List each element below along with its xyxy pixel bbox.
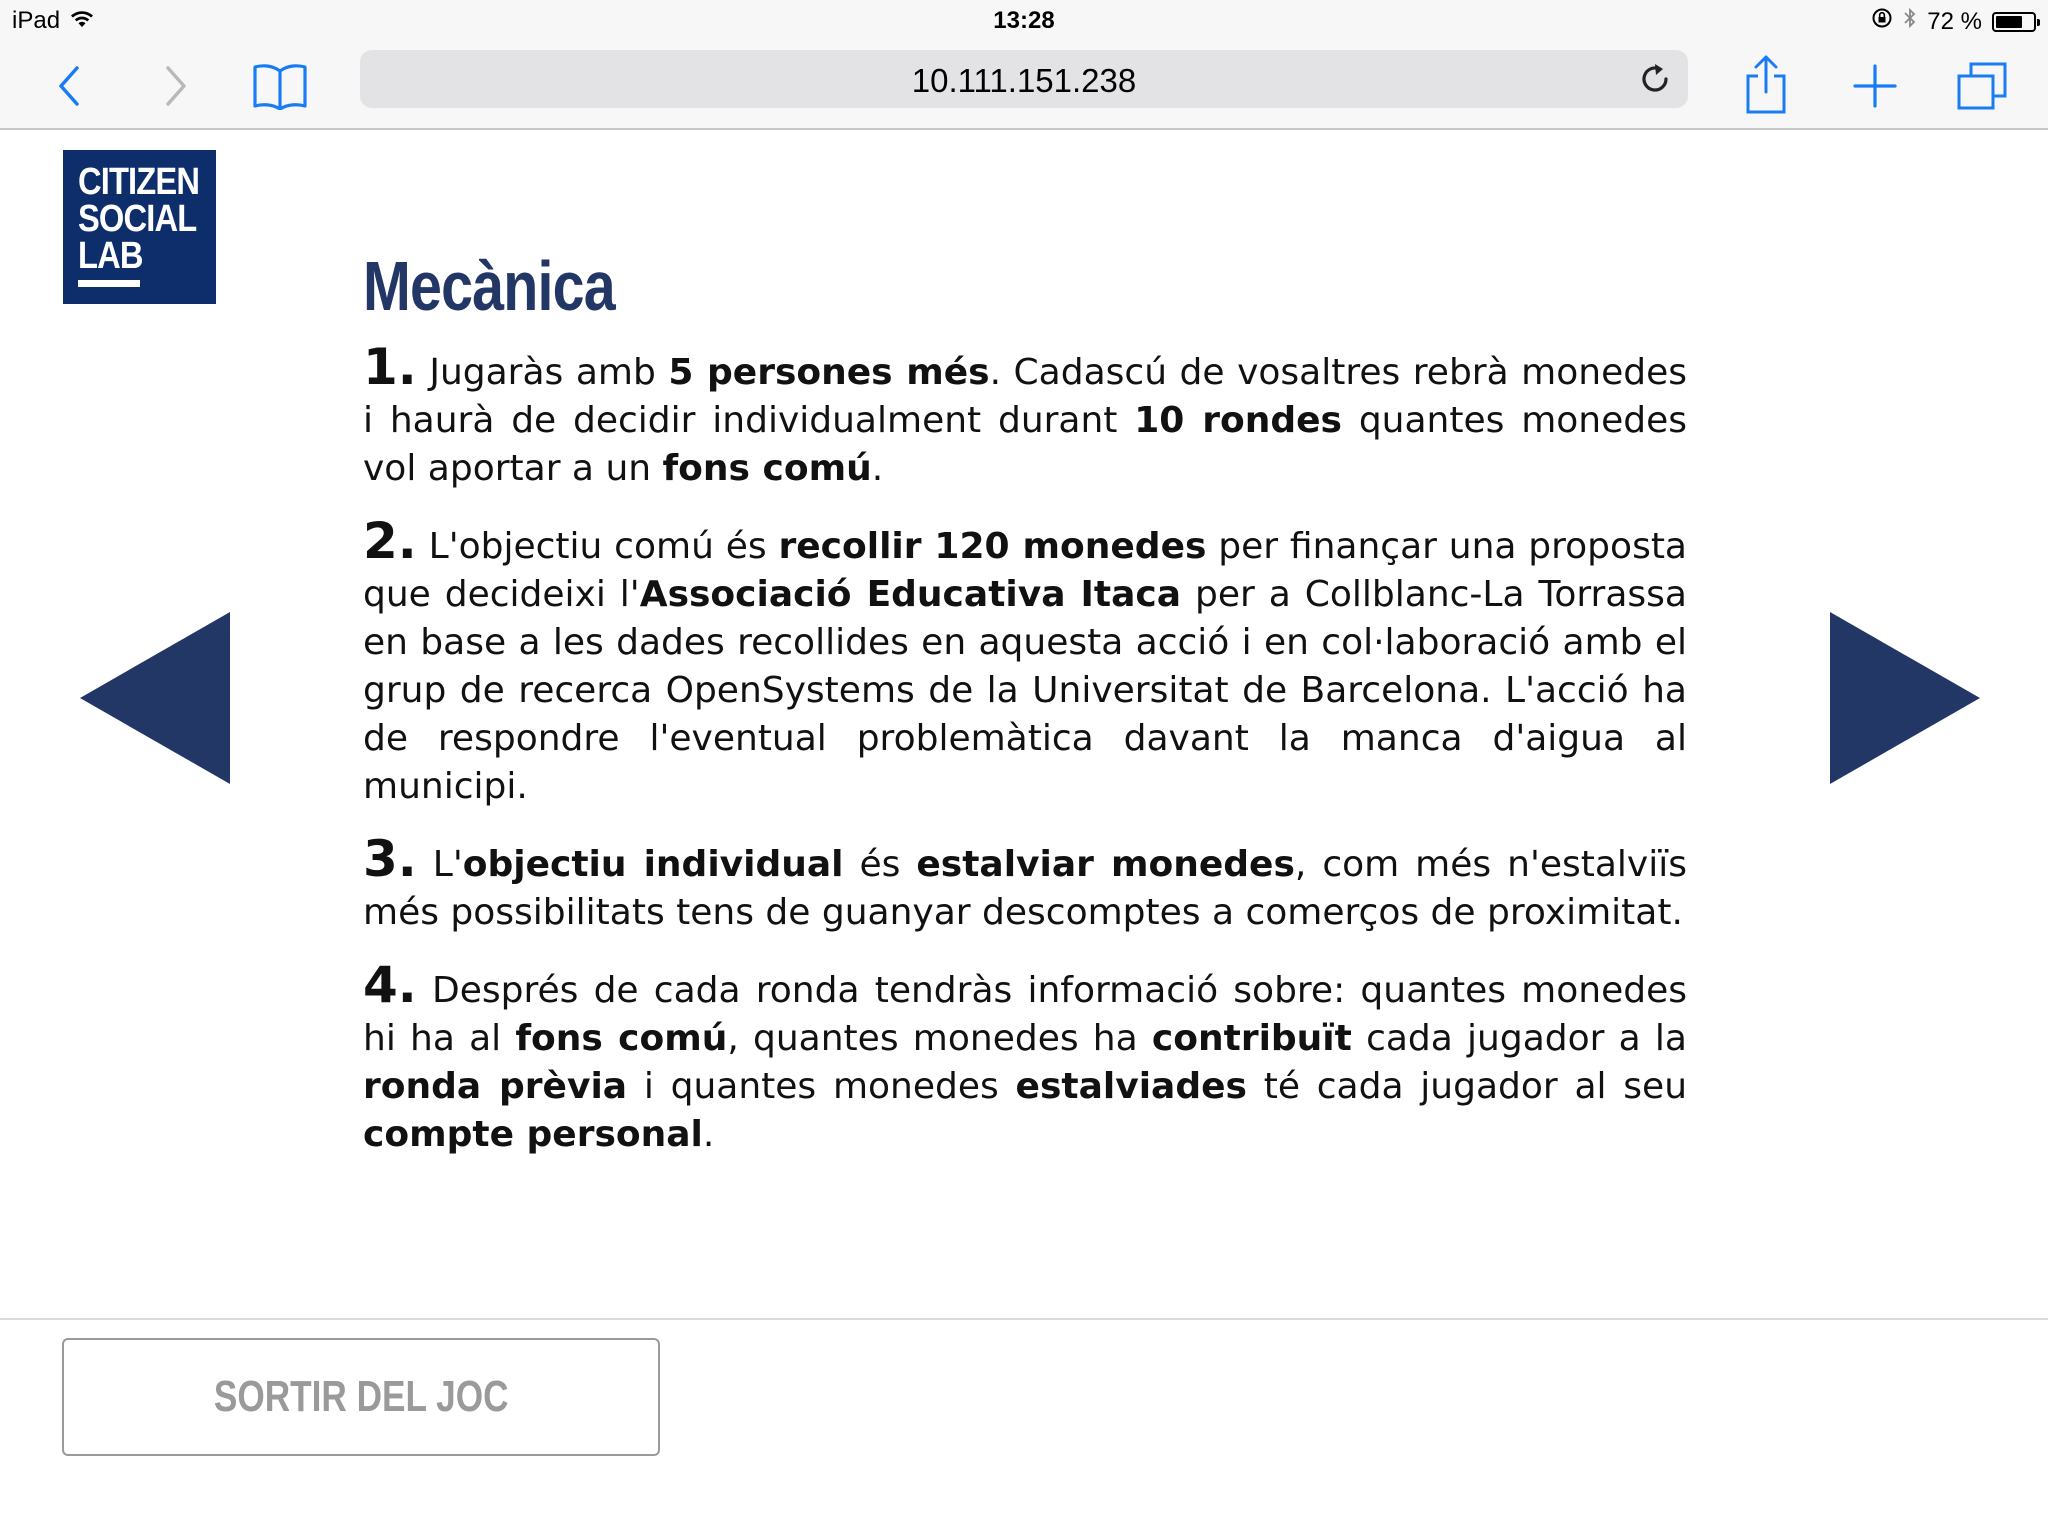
rule-number: 1.	[363, 338, 417, 396]
rule-number: 3.	[363, 830, 417, 888]
rule-text-bold: fons comú	[662, 448, 872, 489]
exit-game-button[interactable]: SORTIR DEL JOC	[62, 1338, 660, 1456]
browser-toolbar: 10.111.151.238	[0, 42, 2048, 130]
rule-text-run: L'objectiu comú és	[416, 526, 779, 567]
orientation-lock-icon	[1871, 7, 1893, 36]
rule-text: L'objectiu comú és recollir 120 monedes …	[363, 526, 1687, 807]
mechanics-text: 1. Jugaràs amb 5 persones més. Cadascú d…	[363, 342, 1687, 1183]
share-icon[interactable]	[1736, 48, 1796, 120]
status-time: 13:28	[993, 7, 1055, 34]
battery-fill	[1996, 15, 2022, 28]
logo-underline	[78, 280, 140, 287]
rule-number: 4.	[363, 956, 417, 1014]
citizen-social-lab-logo: CITIZEN SOCIAL LAB	[63, 150, 216, 304]
rule-text-bold: recollir 120 monedes	[778, 526, 1207, 567]
rule-number: 2.	[363, 512, 417, 570]
rule-text-run: .	[702, 1114, 715, 1155]
logo-line-1: CITIZEN	[78, 161, 200, 203]
rule-text-bold: ronda prèvia	[363, 1066, 628, 1107]
logo-line-3: LAB	[78, 235, 143, 277]
rule-text-bold: contribuït	[1151, 1018, 1352, 1059]
rule-text-bold: objectiu individual	[462, 844, 844, 885]
rule-text-run: té cada jugador al seu	[1246, 1066, 1688, 1107]
rule-item: 2. L'objectiu comú és recollir 120 moned…	[363, 516, 1687, 811]
add-tab-icon[interactable]	[1845, 56, 1905, 116]
rule-text-run: i quantes monedes	[627, 1066, 1016, 1107]
bookmarks-icon[interactable]	[250, 56, 310, 116]
tabs-icon[interactable]	[1952, 56, 2012, 116]
rule-text-run: L'	[416, 844, 463, 885]
reload-icon[interactable]	[1636, 60, 1674, 98]
page-title: Mecànica	[363, 247, 616, 325]
rule-text-bold: 10 rondes	[1134, 400, 1342, 441]
battery-icon	[1992, 11, 2040, 32]
address-bar[interactable]: 10.111.151.238	[360, 50, 1688, 108]
arrow-left-icon[interactable]	[80, 612, 230, 784]
rule-text-bold: fons comú	[515, 1018, 728, 1059]
rule-item: 3. L'objectiu individual és estalviar mo…	[363, 834, 1687, 937]
rule-text-bold: compte personal	[363, 1114, 703, 1155]
status-right: 72 %	[1871, 7, 2040, 36]
rule-item: 4. Després de cada ronda tendràs informa…	[363, 960, 1687, 1159]
rule-text: Jugaràs amb 5 persones més. Cadascú de v…	[363, 352, 1687, 489]
forward-icon[interactable]	[145, 56, 205, 116]
rule-text-bold: Associació Educativa Itaca	[639, 574, 1182, 615]
back-icon[interactable]	[40, 56, 100, 116]
rule-text: Després de cada ronda tendràs informació…	[363, 970, 1687, 1155]
rule-text-run: és	[843, 844, 917, 885]
rule-text-bold: estalviades	[1015, 1066, 1247, 1107]
rule-text-run: , quantes monedes ha	[727, 1018, 1152, 1059]
rule-text-run: Jugaràs amb	[416, 352, 669, 393]
rule-text-bold: 5 persones més	[668, 352, 990, 393]
rule-text-bold: estalviar monedes	[916, 844, 1295, 885]
battery-percent: 72 %	[1927, 7, 1982, 35]
url-text[interactable]: 10.111.151.238	[360, 62, 1688, 100]
rule-text-run: cada jugador a la	[1351, 1018, 1687, 1059]
rule-text: L'objectiu individual és estalviar moned…	[363, 844, 1687, 933]
arrow-right-icon[interactable]	[1830, 612, 1980, 784]
rule-item: 1. Jugaràs amb 5 persones més. Cadascú d…	[363, 342, 1687, 493]
exit-game-label: SORTIR DEL JOC	[213, 1372, 509, 1421]
status-bar: iPad 13:28 72 %	[0, 0, 2048, 42]
footer-divider	[0, 1318, 2048, 1320]
bluetooth-icon	[1903, 7, 1917, 36]
logo-line-2: SOCIAL	[78, 198, 197, 240]
rule-text-run: .	[871, 448, 884, 489]
